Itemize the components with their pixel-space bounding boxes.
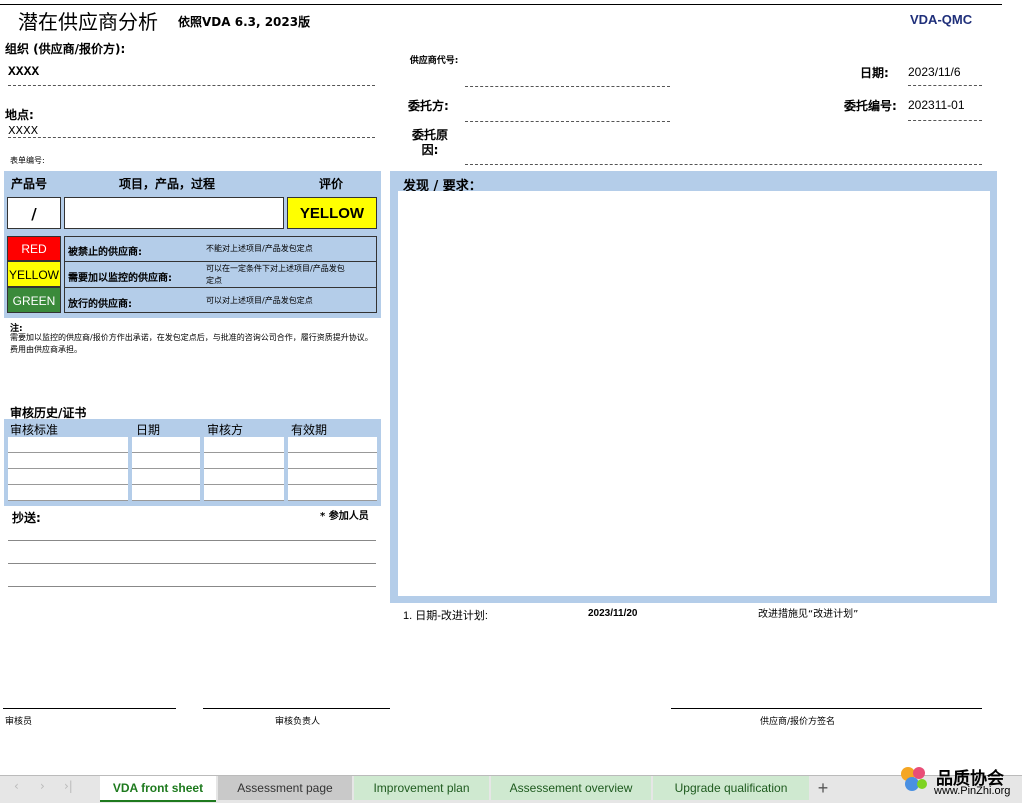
legend-red-swatch: RED [7,236,61,261]
legend-red-desc: 不能对上述项目/产品发包定点 [206,244,313,253]
audit-col-date: 日期 [136,423,161,437]
sig-supplier-label: 供应商/报价方签名 [760,717,836,727]
client-label: 委托方: [408,99,449,113]
add-sheet-button[interactable]: + [811,776,835,800]
commission-no-value[interactable]: 202311-01 [908,98,982,121]
supplier-code-field[interactable] [465,70,670,87]
legend-divider-2 [64,287,377,288]
audit-cell-standard[interactable] [8,437,128,501]
tab-nav-first-icon[interactable]: ‹ [14,779,19,793]
note-text: 需要加以监控的供应商/报价方作出承诺，在发包定点后，与批准的咨询公司合作，履行资… [10,333,373,354]
tab-nav-last-icon[interactable]: ›| [64,779,73,793]
item-product-process-cell[interactable] [64,197,284,229]
col-eval-header: 评价 [319,177,344,191]
watermark-url: www.PinZhi.org [934,785,1011,797]
legend-green-title: 放行的供应商: [68,299,132,310]
evaluation-result-cell[interactable]: YELLOW [287,197,377,229]
tab-vda-front-sheet[interactable]: VDA front sheet [100,776,216,802]
top-border [0,4,1002,5]
reason-field[interactable] [465,150,982,165]
legend-green-swatch: GREEN [7,287,61,313]
page-title: 潜在供应商分析 [18,10,158,34]
sig-line-auditor [3,708,176,709]
org-value[interactable]: XXXX [8,64,375,86]
sig-lead-label: 审核负责人 [275,717,321,727]
cc-label: 抄送: [12,511,41,525]
org-label: 组织 (供应商/报价方): [5,42,126,56]
sig-auditor-label: 审核员 [5,717,33,727]
findings-textarea[interactable] [398,191,990,596]
audit-cell-date[interactable] [132,437,200,501]
tab-improvement-plan[interactable]: Improvement plan [354,776,489,800]
audit-col-auditor: 审核方 [207,423,244,437]
supplier-code-label: 供应商代号: [409,56,459,66]
improvement-note: 改进措施见“改进计划” [758,609,859,620]
improvement-date-value[interactable]: 2023/11/20 [588,608,638,619]
sig-line-lead [203,708,390,709]
legend-divider-1 [64,261,377,262]
tab-nav-prev-icon[interactable]: › [40,779,45,793]
col-product-header: 产品号 [11,177,48,191]
legend-yellow-swatch: YELLOW [7,261,61,287]
tab-upgrade-qualification[interactable]: Upgrade qualification [653,776,809,800]
date-label: 日期: [860,66,889,80]
client-field[interactable] [465,104,670,122]
page-subtitle: 依照VDA 6.3, 2023版 [178,15,311,29]
form-no-label: 表单编号: [10,156,45,165]
product-number-cell[interactable]: / [7,197,61,229]
cc-lines[interactable] [8,526,376,588]
location-value[interactable]: XXXX [8,124,375,138]
audit-cell-validity[interactable] [288,437,377,501]
sig-line-supplier [671,708,982,709]
legend-yellow-title: 需要加以监控的供应商: [68,273,172,284]
commission-no-label: 委托编号: [844,99,897,113]
reason-label: 委托原因: [411,128,448,157]
legend-red-title: 被禁止的供应商: [68,247,142,258]
brand-label: VDA-QMC [910,12,973,27]
improvement-date-label: 1. 日期-改进计划: [403,610,488,622]
col-item-header: 项目，产品，过程 [119,177,216,191]
date-value[interactable]: 2023/11/6 [908,65,982,86]
audit-col-validity: 有效期 [291,423,328,437]
legend-yellow-desc: 可以在一定条件下对上述项目/产品发包定点 [206,264,345,285]
tab-assessement-overview[interactable]: Assessement overview [491,776,651,800]
legend-green-desc: 可以对上述项目/产品发包定点 [206,296,313,305]
watermark-logo-icon [898,764,930,794]
participants-label: * 参加人员 [320,511,369,522]
location-label: 地点: [5,108,34,122]
tab-assessment-page[interactable]: Assessment page [218,776,352,800]
audit-cell-auditor[interactable] [204,437,284,501]
audit-col-standard: 审核标准 [10,423,59,437]
